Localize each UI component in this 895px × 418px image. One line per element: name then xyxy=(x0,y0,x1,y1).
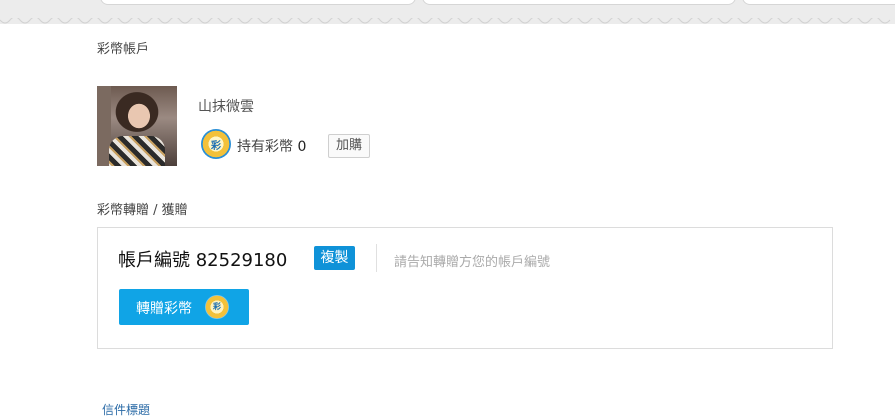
copy-button[interactable]: 複製 xyxy=(314,246,355,270)
avatar-figure xyxy=(109,136,165,166)
top-tab-right[interactable] xyxy=(742,0,895,5)
mail-title-link[interactable]: 信件標題 xyxy=(102,401,150,418)
coin-balance: 持有彩幣 0 xyxy=(237,136,306,156)
account-number: 帳戶編號 82529180 xyxy=(118,250,288,271)
coin-glyph-small: 彩 xyxy=(213,302,221,311)
top-tab-left[interactable] xyxy=(100,0,416,5)
transfer-panel: 帳戶編號 82529180 複製 請告知轉贈方您的帳戶編號 轉贈彩幣 彩 xyxy=(97,227,833,349)
wavy-edge xyxy=(0,18,895,24)
account-section-title: 彩幣帳戶 xyxy=(97,42,150,57)
transfer-button-label: 轉贈彩幣 xyxy=(136,301,192,317)
divider xyxy=(376,244,377,272)
coin-glyph: 彩 xyxy=(211,141,221,152)
username: 山抹微雲 xyxy=(198,99,254,115)
account-hint: 請告知轉贈方您的帳戶編號 xyxy=(394,255,551,270)
avatar[interactable] xyxy=(97,86,177,166)
caibi-coin-icon: 彩 xyxy=(201,129,231,159)
coin-count: 0 xyxy=(297,139,307,155)
caibi-coin-icon-small: 彩 xyxy=(205,295,229,319)
buy-coins-button[interactable]: 加購 xyxy=(328,134,370,158)
coin-label: 持有彩幣 xyxy=(237,139,293,155)
transfer-section-title: 彩幣轉贈 / 獲贈 xyxy=(97,203,188,218)
transfer-coins-button[interactable]: 轉贈彩幣 彩 xyxy=(119,289,249,325)
top-tab-middle[interactable] xyxy=(422,0,736,5)
top-strip xyxy=(0,0,895,24)
